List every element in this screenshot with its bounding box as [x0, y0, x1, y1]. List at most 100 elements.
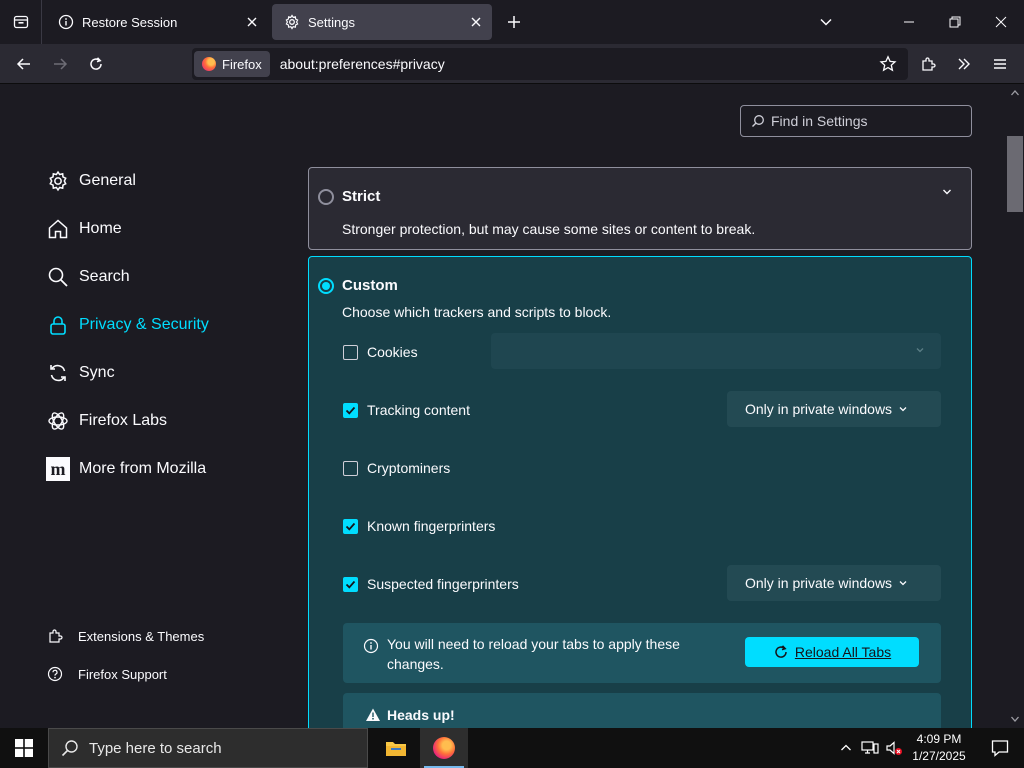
cryptominers-checkbox[interactable] — [343, 460, 358, 476]
suspected-fingerprinters-checkbox-row[interactable]: Suspected fingerprinters — [343, 574, 519, 594]
identity-label: Firefox — [222, 56, 262, 72]
clock-time: 4:09 PM — [916, 732, 962, 746]
url-text[interactable]: about:preferences#privacy — [280, 56, 445, 72]
volume-muted-icon[interactable] — [884, 738, 904, 758]
tab-restore-label: Restore Session — [82, 14, 178, 30]
search-icon — [46, 265, 70, 289]
taskbar-clock[interactable]: 4:09 PM 1/27/2025 — [904, 731, 974, 765]
tracking-content-checkbox-row[interactable]: Tracking content — [343, 400, 470, 420]
custom-protection-option[interactable]: Custom Choose which trackers and scripts… — [308, 256, 972, 728]
custom-radio[interactable] — [318, 278, 334, 294]
back-button[interactable] — [10, 50, 38, 78]
extensions-button[interactable] — [914, 50, 942, 78]
reload-icon — [90, 57, 102, 70]
sync-icon — [46, 361, 70, 385]
close-icon — [995, 16, 1007, 28]
sidebar-item-general[interactable]: General — [46, 166, 136, 196]
sidebar-item-firefox-labs[interactable]: Firefox Labs — [46, 406, 167, 436]
firefox-logo-icon — [433, 737, 455, 759]
reload-all-tabs-button[interactable]: Reload All Tabs — [745, 637, 919, 667]
settings-page: Find in Settings General Home Search Pri… — [0, 84, 1024, 728]
suspected-fingerprinters-dropdown-value: Only in private windows — [745, 575, 893, 591]
restore-window-button[interactable] — [932, 0, 978, 44]
minimize-button[interactable] — [886, 0, 932, 44]
notification-center-button[interactable] — [978, 728, 1022, 768]
sidebar-item-search[interactable]: Search — [46, 262, 130, 292]
scrollbar-thumb[interactable] — [1007, 136, 1023, 212]
file-explorer-taskbar-button[interactable] — [372, 728, 420, 768]
known-fingerprinters-checkbox[interactable] — [343, 518, 358, 534]
search-icon — [751, 114, 765, 128]
firefox-taskbar-button[interactable] — [420, 728, 468, 768]
tab-settings[interactable]: Settings — [272, 4, 492, 40]
tracking-content-dropdown[interactable]: Only in private windows — [727, 391, 941, 427]
reload-tabs-notice: You will need to reload your tabs to app… — [343, 623, 941, 683]
identity-box[interactable]: Firefox — [194, 51, 270, 77]
gear-icon — [46, 169, 70, 193]
mozilla-icon: m — [46, 457, 70, 481]
known-fingerprinters-checkbox-row[interactable]: Known fingerprinters — [343, 516, 495, 536]
info-icon — [58, 14, 74, 30]
suspected-fingerprinters-dropdown[interactable]: Only in private windows — [727, 565, 941, 601]
cookies-checkbox-row[interactable]: Cookies — [343, 342, 418, 362]
close-tab-icon[interactable] — [468, 14, 484, 30]
search-icon — [61, 739, 79, 757]
cryptominers-checkbox-row[interactable]: Cryptominers — [343, 458, 450, 478]
new-tab-button[interactable] — [502, 10, 526, 34]
clock-date: 1/27/2025 — [912, 749, 966, 763]
sidebar-foot-label: Firefox Support — [78, 666, 167, 682]
navigation-toolbar: Firefox about:preferences#privacy — [0, 44, 1024, 84]
cookies-dropdown — [491, 333, 941, 369]
back-arrow-icon — [16, 58, 30, 70]
chevron-down-icon — [898, 578, 908, 588]
sidebar-item-sync[interactable]: Sync — [46, 358, 115, 388]
windows-logo-icon — [15, 739, 33, 757]
tracking-content-dropdown-value: Only in private windows — [745, 401, 893, 417]
puzzle-icon — [922, 57, 936, 71]
scroll-up-arrow-icon[interactable] — [1010, 88, 1020, 98]
close-window-button[interactable] — [978, 0, 1024, 44]
scroll-down-arrow-icon[interactable] — [1010, 714, 1020, 724]
windows-taskbar: Type here to search 4:09 PM 1/27/2025 — [0, 728, 1024, 768]
sidebar-item-privacy-security[interactable]: Privacy & Security — [46, 310, 209, 340]
sidebar-item-label: General — [79, 172, 136, 189]
overflow-menu-button[interactable] — [950, 50, 978, 78]
show-hidden-icons-chevron-up-icon[interactable] — [836, 738, 856, 758]
info-icon — [363, 638, 379, 654]
find-in-settings-input[interactable]: Find in Settings — [740, 105, 972, 137]
start-button[interactable] — [0, 728, 48, 768]
tracking-content-checkbox[interactable] — [343, 402, 358, 418]
tab-restore-session[interactable]: Restore Session — [46, 4, 268, 40]
sidebar-item-home[interactable]: Home — [46, 214, 122, 244]
sidebar-item-more-from-mozilla[interactable]: m More from Mozilla — [46, 454, 206, 484]
sidebar-link-firefox-support[interactable]: Firefox Support — [46, 663, 167, 685]
tab-strip: Restore Session Settings — [0, 0, 1024, 44]
notification-icon — [991, 740, 1009, 757]
firefox-logo-icon — [202, 57, 216, 71]
strict-protection-option[interactable]: Strict Stronger protection, but may caus… — [308, 167, 972, 250]
chevron-down-icon — [915, 345, 925, 355]
taskbar-search-box[interactable]: Type here to search — [48, 728, 368, 768]
reload-button[interactable] — [82, 50, 110, 78]
cryptominers-label: Cryptominers — [367, 460, 451, 476]
sidebar-link-extensions-themes[interactable]: Extensions & Themes — [46, 625, 204, 647]
url-bar[interactable]: Firefox about:preferences#privacy — [192, 48, 908, 80]
restore-window-icon — [949, 16, 961, 28]
chevron-down-icon[interactable] — [939, 184, 955, 200]
cookies-checkbox[interactable] — [343, 344, 358, 360]
hamburger-menu-icon — [994, 59, 1006, 69]
close-tab-icon[interactable] — [244, 14, 260, 30]
reload-all-tabs-label: Reload All Tabs — [794, 644, 892, 660]
sidebar-item-label: Home — [79, 220, 122, 237]
strict-radio[interactable] — [318, 189, 334, 205]
suspected-fingerprinters-checkbox[interactable] — [343, 576, 358, 592]
forward-button[interactable] — [46, 50, 74, 78]
list-all-tabs-button[interactable] — [814, 10, 838, 34]
app-menu-button[interactable] — [986, 50, 1014, 78]
bookmark-star-button[interactable] — [874, 50, 902, 78]
firefox-view-button[interactable] — [0, 0, 42, 44]
tracking-content-label: Tracking content — [367, 402, 470, 418]
checkmark-icon — [345, 406, 356, 415]
custom-description: Choose which trackers and scripts to blo… — [342, 304, 612, 320]
network-icon[interactable] — [860, 738, 880, 758]
